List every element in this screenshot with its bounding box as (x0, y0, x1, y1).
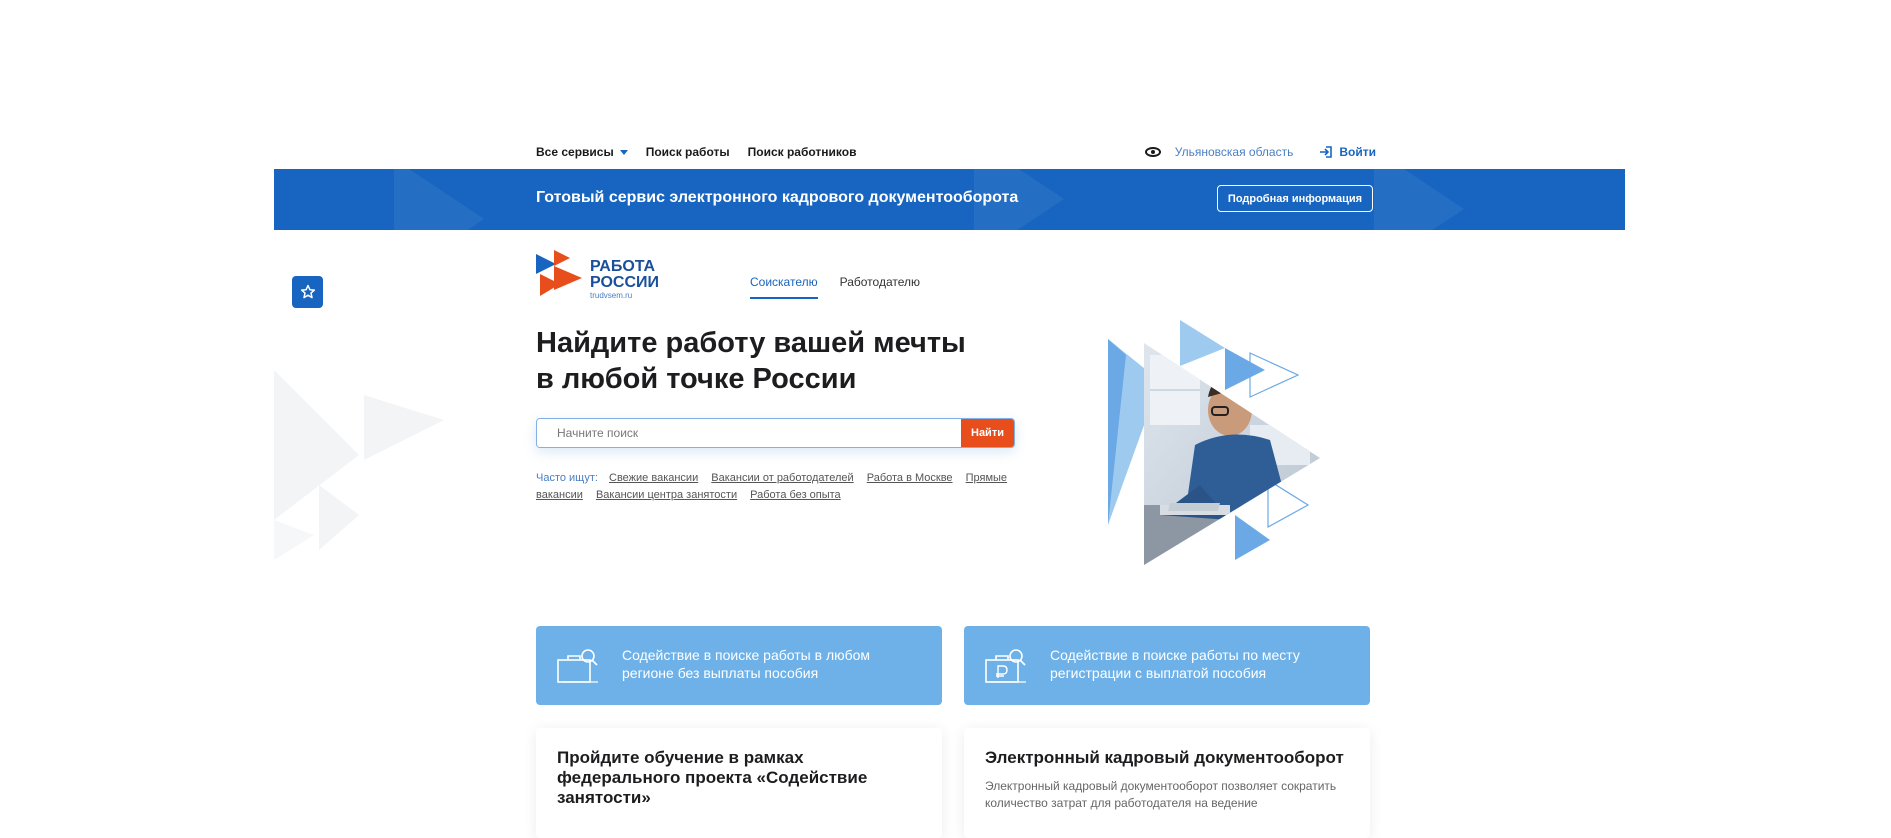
popular-searches-label: Часто ищут: (536, 472, 598, 484)
site-logo[interactable]: РАБОТА РОССИИ trudvsem.ru (536, 250, 666, 300)
logo-mark (536, 250, 582, 296)
edo-card-description: Электронный кадровый документооборот поз… (985, 779, 1337, 810)
background-decoration (274, 370, 444, 560)
hero-title: Найдите работу вашей мечты в любой точке… (536, 325, 996, 397)
promo-banner: Готовый сервис электронного кадрового до… (274, 169, 1625, 230)
popular-link[interactable]: Вакансии от работодателей (711, 472, 853, 484)
search-button[interactable]: Найти (961, 419, 1014, 447)
training-card[interactable]: Пройдите обучение в рамках федерального … (536, 728, 942, 838)
logo-text-line2: РОССИИ (590, 274, 660, 291)
edo-card[interactable]: Электронный кадровый документооборот Эле… (964, 728, 1370, 838)
chevron-down-icon (619, 149, 628, 155)
hero-title-line2: в любой точке России (536, 363, 857, 395)
star-icon (300, 284, 315, 299)
banner-decoration (1374, 169, 1464, 230)
login-icon (1320, 146, 1333, 158)
popular-link[interactable]: Вакансии центра занятости (596, 489, 737, 501)
nav-employee-search[interactable]: Поиск работников (748, 145, 857, 159)
login-link[interactable]: Войти (1319, 145, 1376, 159)
logo-domain: trudvsem.ru (590, 291, 633, 300)
service-card-any-region[interactable]: Содействие в поиске работы в любом регио… (536, 626, 942, 705)
details-button[interactable]: Подробная информация (1217, 185, 1373, 212)
search-input[interactable] (537, 419, 961, 447)
edo-card-title: Электронный кадровый документооборот (985, 748, 1344, 767)
all-services-label: Все сервисы (536, 145, 614, 159)
eye-icon[interactable] (1144, 147, 1161, 157)
logo-text-line1: РАБОТА (590, 258, 656, 275)
tab-employer[interactable]: Работодателю (840, 275, 920, 299)
nav-job-search[interactable]: Поиск работы (646, 145, 730, 159)
service-card-text: Содействие в поиске работы в любом регио… (622, 647, 871, 681)
role-tabs: Соискателю Работодателю (750, 275, 942, 299)
popular-searches: Часто ищут: Свежие вакансии Вакансии от … (536, 470, 1026, 504)
banner-decoration (394, 169, 484, 230)
region-selector[interactable]: Ульяновская область (1175, 145, 1294, 159)
login-label: Войти (1339, 145, 1376, 159)
banner-title: Готовый сервис электронного кадрового до… (536, 189, 1019, 206)
briefcase-search-icon (557, 649, 598, 683)
tab-job-seeker[interactable]: Соискателю (750, 275, 818, 299)
top-navigation-right: Ульяновская область Войти (1144, 145, 1376, 159)
briefcase-ruble-search-icon (985, 649, 1026, 683)
training-card-title: Пройдите обучение в рамках федерального … (557, 748, 868, 807)
service-card-registration[interactable]: Содействие в поиске работы по месту реги… (964, 626, 1370, 705)
search-bar: Найти (536, 418, 1015, 448)
service-card-text: Содействие в поиске работы по месту реги… (1050, 647, 1300, 681)
popular-link[interactable]: Работа в Москве (867, 472, 953, 484)
favorites-button[interactable] (292, 276, 323, 308)
top-navigation: Все сервисы Поиск работы Поиск работнико… (536, 140, 1376, 164)
all-services-menu[interactable]: Все сервисы (536, 145, 628, 159)
popular-link[interactable]: Работа без опыта (750, 489, 841, 501)
popular-link[interactable]: Свежие вакансии (609, 472, 698, 484)
hero-title-line1: Найдите работу вашей мечты (536, 327, 966, 359)
hero-illustration (1108, 320, 1320, 565)
